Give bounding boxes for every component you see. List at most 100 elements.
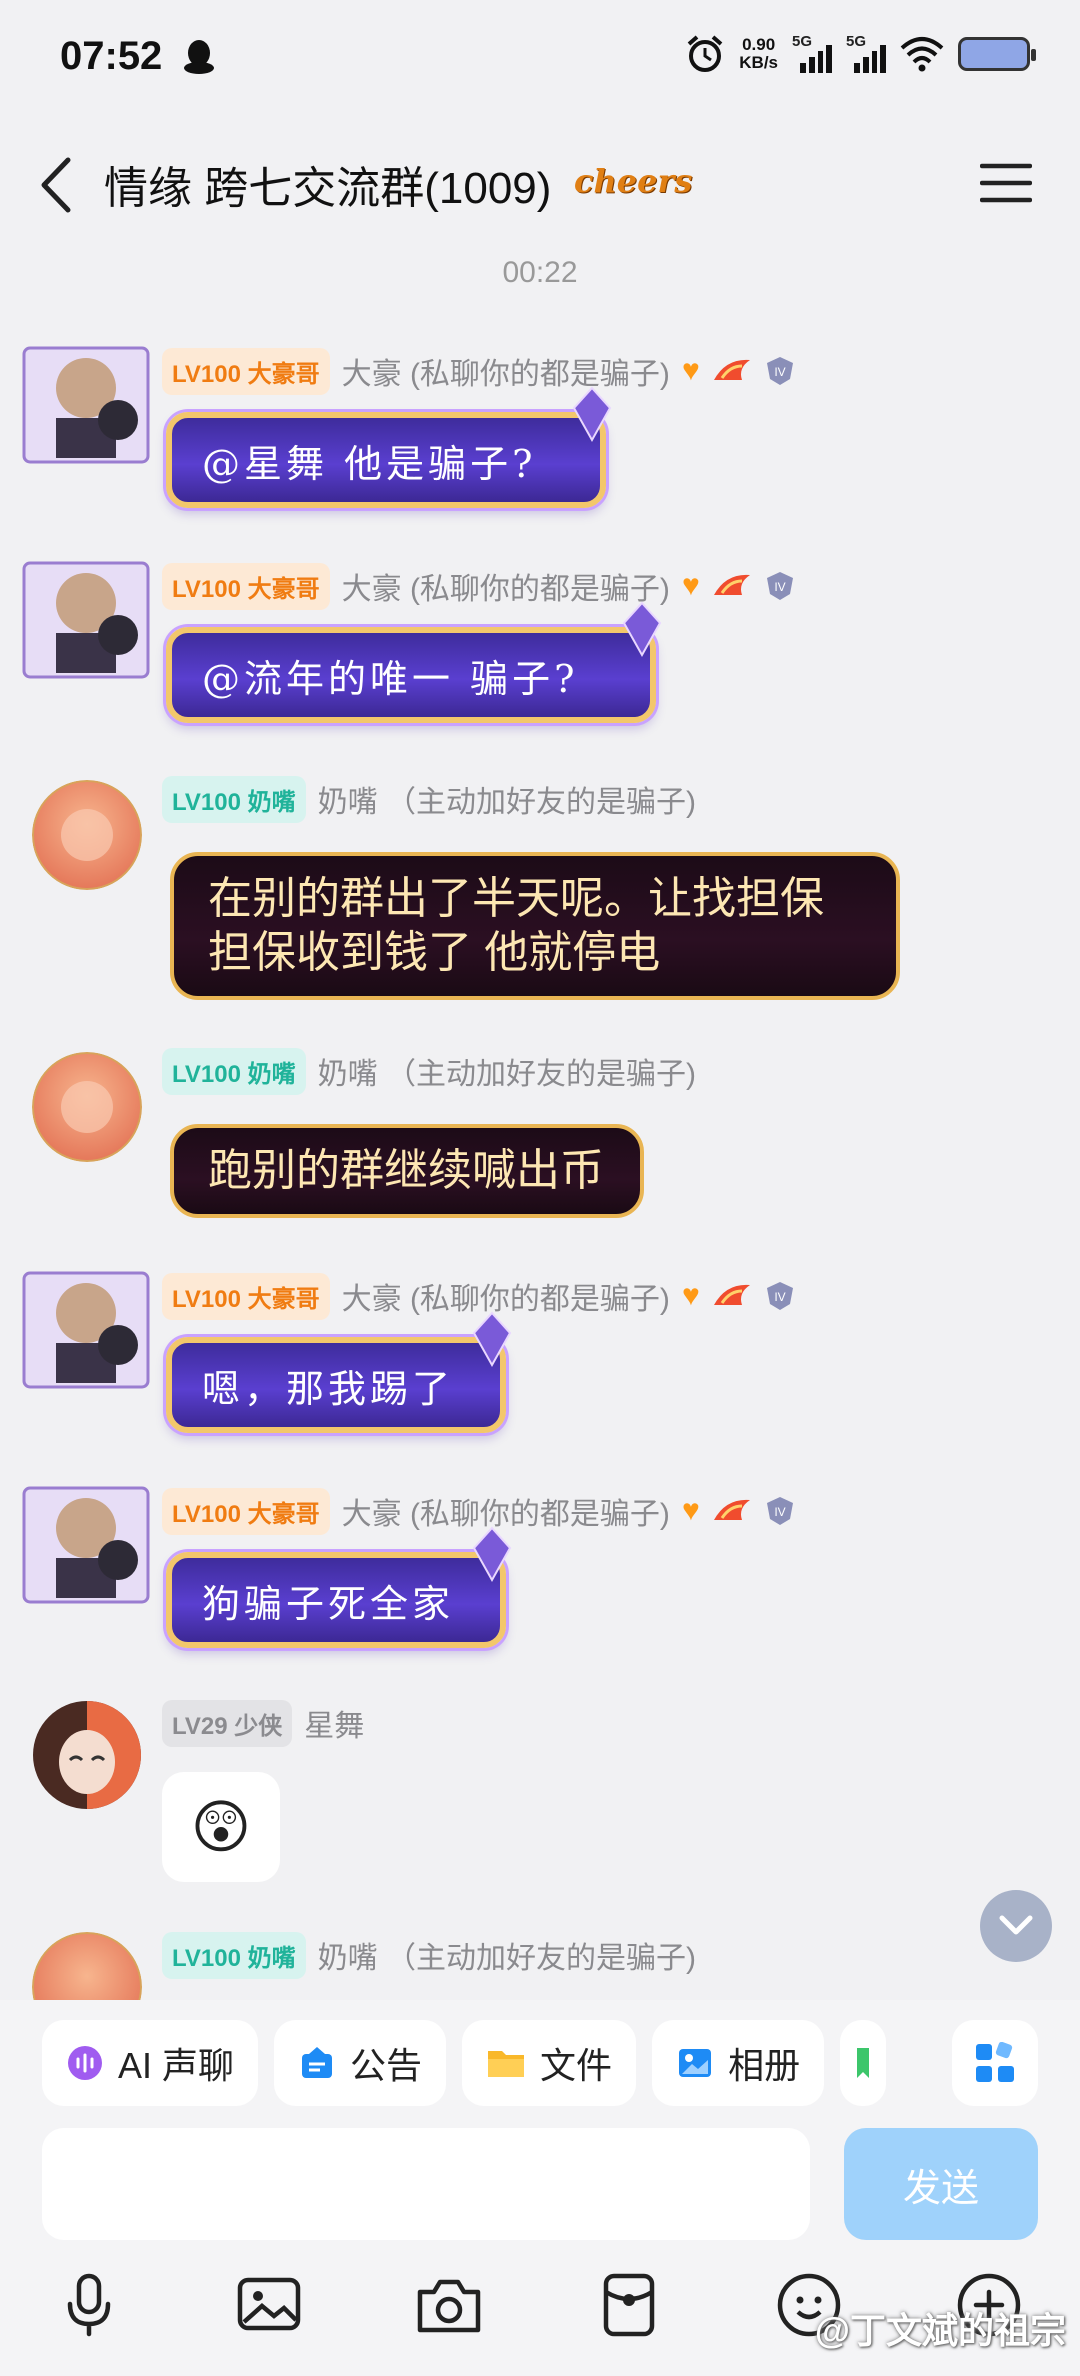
chevron-down-icon (999, 1915, 1033, 1935)
level-badge: LV100 大豪哥 (162, 562, 330, 610)
message-bubble[interactable]: 狗骗子死全家 (166, 1526, 512, 1648)
chat-header: 情缘 跨七交流群(1009) cheers (0, 130, 1080, 240)
shortcut-bar: AI 声聊 公告 文件 相册 (42, 2020, 887, 2106)
svg-text:IV: IV (774, 580, 785, 594)
battery-icon (958, 37, 1036, 71)
level-value: LV100 (172, 360, 241, 388)
message-text: 狗骗子死全家 (202, 1581, 455, 1626)
crystal-decoration-icon (472, 1311, 512, 1368)
send-button[interactable]: 发送 (844, 2128, 1038, 2240)
message-bubble[interactable]: 在别的群出了半天呢。让找担保 担保收到钱了 他就停电 (170, 852, 900, 1000)
bookmark-icon (857, 2048, 870, 2078)
shield-badge-icon: IV (766, 1282, 793, 1310)
crystal-decoration-icon (622, 601, 662, 658)
signal-strength-sim2: 5G (846, 33, 886, 73)
level-badge: LV29 少侠 (162, 1699, 293, 1747)
message-bubble[interactable]: @流年的唯一 骗子? (166, 601, 662, 723)
microphone-icon[interactable] (54, 2270, 124, 2340)
input-panel: AI 声聊 公告 文件 相册 发送 @丁文斌的祖宗 (0, 2000, 1080, 2376)
net-speed-unit: KB/s (739, 53, 778, 72)
level-value: LV100 (172, 788, 241, 816)
level-badge: LV100 奶嘴 (162, 775, 306, 823)
shortcut-ai-voice[interactable]: AI 声聊 (42, 2020, 259, 2106)
folder-icon (488, 2051, 525, 2077)
rank-title: 大豪哥 (247, 1285, 320, 1313)
level-value: LV100 (172, 1060, 241, 1088)
level-badge: LV100 大豪哥 (162, 1487, 330, 1535)
message-text-line: 在别的群出了半天呢。让找担保 (208, 874, 824, 923)
sender-nickname[interactable]: 奶嘴 （主动加好友的是骗子) (318, 777, 696, 821)
rank-title: 大豪哥 (247, 1500, 320, 1528)
message-meta: LV100 大豪哥 大豪 (私聊你的都是骗子) ♥ IV (162, 562, 796, 610)
flame-badge-icon (713, 1284, 750, 1305)
message-input[interactable] (42, 2128, 810, 2240)
level-value: LV100 (172, 575, 241, 603)
net-speed-value: 0.90 (742, 35, 776, 54)
camera-icon[interactable] (414, 2270, 484, 2340)
sender-nickname[interactable]: 奶嘴 （主动加好友的是骗子) (318, 1049, 696, 1093)
avatar[interactable] (20, 1265, 152, 1395)
rank-title: 少侠 (234, 1712, 283, 1740)
net-speed: 0.90 KB/s (739, 36, 778, 72)
message-bubble[interactable]: 跑别的群继续喊出币 (170, 1124, 644, 1218)
shortcut-more-partial[interactable] (840, 2020, 887, 2106)
sender-nickname[interactable]: 星舞 (304, 1701, 364, 1745)
avatar[interactable] (32, 1052, 142, 1162)
level-value: LV100 (172, 1944, 241, 1972)
shortcut-label: 公告 (350, 2045, 423, 2086)
rank-title: 奶嘴 (247, 1944, 296, 1972)
heart-icon: ♥ (681, 1494, 700, 1527)
level-badge: LV100 奶嘴 (162, 1931, 306, 1979)
avatar[interactable] (20, 1480, 152, 1610)
apps-grid-icon (976, 2042, 1014, 2082)
alarm-icon (687, 35, 723, 72)
message-meta: LV29 少侠 星舞 (162, 1699, 364, 1747)
signal-type-label: 5G (792, 33, 813, 50)
message-bubble[interactable]: @星舞 他是骗子? (166, 386, 612, 508)
back-button[interactable] (34, 150, 84, 220)
album-icon (679, 2049, 712, 2077)
flame-badge-icon (713, 359, 750, 380)
message-timestamp: 00:22 (502, 256, 578, 289)
red-packet-icon[interactable] (594, 2270, 664, 2340)
rank-title: 大豪哥 (247, 575, 320, 603)
message-text: 跑别的群继续喊出币 (208, 1146, 604, 1195)
signal-type-label: 5G (846, 33, 867, 50)
avatar[interactable] (32, 780, 142, 890)
menu-button[interactable] (980, 162, 1032, 204)
avatar[interactable] (32, 1700, 142, 1810)
shortcut-album[interactable]: 相册 (652, 2020, 825, 2106)
qq-notification-icon (184, 40, 214, 74)
message-bubble[interactable]: 嗯，那我踢了 (166, 1311, 512, 1433)
svg-text:IV: IV (774, 1505, 785, 1519)
signal-strength-sim1: 5G (792, 33, 832, 73)
sender-nickname[interactable]: 奶嘴 （主动加好友的是骗子) (318, 1933, 696, 1977)
ai-voice-icon (68, 2046, 102, 2080)
message-meta: LV100 奶嘴 奶嘴 （主动加好友的是骗子) (162, 775, 696, 823)
crystal-decoration-icon (572, 386, 612, 443)
level-badge: LV100 大豪哥 (162, 347, 330, 395)
level-badge: LV100 大豪哥 (162, 1272, 330, 1320)
apps-grid-button[interactable] (952, 2020, 1038, 2106)
message-bubble[interactable]: 😲 (162, 1772, 280, 1882)
message-meta: LV100 奶嘴 奶嘴 （主动加好友的是骗子) (162, 1931, 696, 1979)
cheers-badge: cheers (574, 162, 693, 200)
svg-text:IV: IV (774, 1290, 785, 1304)
group-title[interactable]: 情缘 跨七交流群(1009) (104, 152, 551, 216)
level-badge: LV100 奶嘴 (162, 1047, 306, 1095)
shield-badge-icon: IV (766, 1497, 793, 1525)
scroll-to-bottom-button[interactable] (980, 1890, 1052, 1962)
image-icon[interactable] (234, 2270, 304, 2340)
shortcut-announcement[interactable]: 公告 (274, 2020, 447, 2106)
shortcut-label: AI 声聊 (118, 2045, 235, 2086)
heart-icon: ♥ (681, 354, 700, 387)
avatar[interactable] (20, 555, 152, 685)
shortcut-files[interactable]: 文件 (462, 2020, 637, 2106)
status-icons: 0.90 KB/s 5G 5G (685, 33, 1036, 74)
message-text: @流年的唯一 骗子? (202, 656, 579, 701)
shield-badge-icon: IV (766, 572, 793, 600)
watermark-text: @丁文斌的祖宗 (814, 2310, 1066, 2351)
level-value: LV100 (172, 1285, 241, 1313)
avatar[interactable] (20, 340, 152, 470)
flame-badge-icon (713, 1499, 750, 1520)
